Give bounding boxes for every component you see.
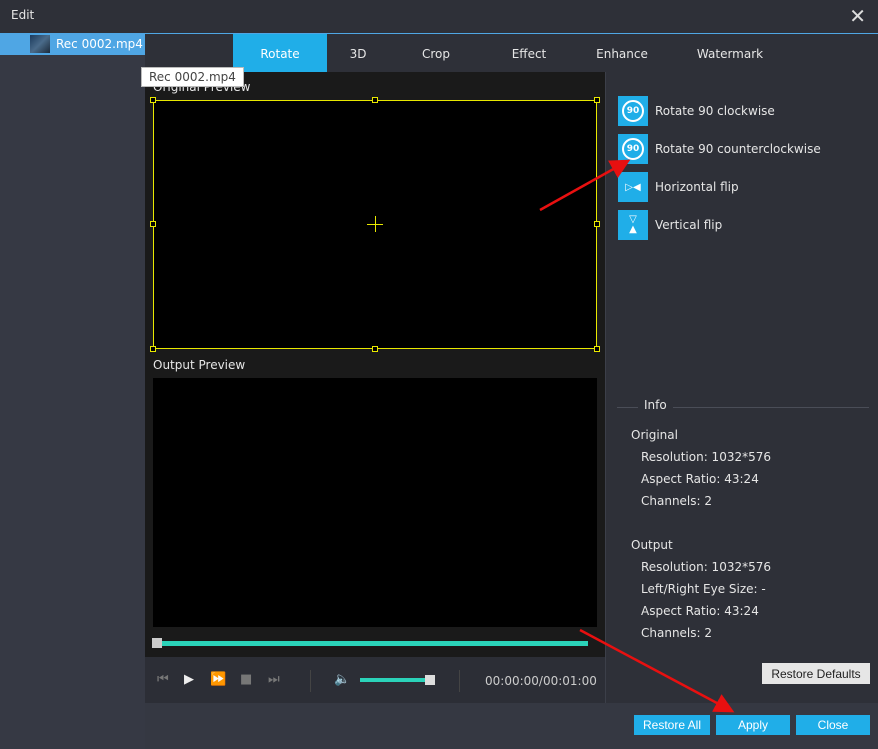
horizontal-flip-icon: ▷◀ [618, 172, 648, 202]
tab-bar: Rotate 3D Crop Effect Enhance Watermark [145, 33, 878, 73]
seek-handle[interactable] [152, 638, 162, 648]
crop-handle[interactable] [594, 97, 600, 103]
rotate-counterclockwise-icon: 90 [618, 134, 648, 164]
previous-icon[interactable]: ⏮ [157, 672, 169, 687]
crop-handle[interactable] [150, 97, 156, 103]
output-info-heading: Output [631, 538, 673, 552]
info-value: Aspect Ratio: 43:24 [641, 604, 759, 618]
close-icon[interactable]: ✕ [849, 4, 866, 28]
output-preview-label: Output Preview [153, 358, 246, 372]
tab-watermark[interactable]: Watermark [685, 34, 775, 73]
tab-crop[interactable]: Crop [401, 34, 471, 73]
vertical-flip-option[interactable]: ▽ ▲ Vertical flip [618, 210, 722, 240]
tab-rotate[interactable]: Rotate [233, 34, 327, 73]
info-value: Channels: 2 [641, 626, 713, 640]
video-thumbnail [30, 35, 50, 53]
restore-all-button[interactable]: Restore All [634, 715, 710, 735]
output-preview [153, 378, 597, 627]
crop-handle[interactable] [594, 221, 600, 227]
crop-handle[interactable] [372, 346, 378, 352]
time-display: 00:00:00/00:01:00 [485, 674, 597, 688]
window-title: Edit [11, 8, 35, 22]
crop-handle[interactable] [150, 346, 156, 352]
tab-effect[interactable]: Effect [493, 34, 565, 73]
file-tooltip: Rec 0002.mp4 [141, 67, 244, 87]
divider [459, 670, 460, 692]
info-value: Aspect Ratio: 43:24 [641, 472, 759, 486]
rotate-clockwise-option[interactable]: 90 Rotate 90 clockwise [618, 96, 775, 126]
file-sidebar [0, 33, 145, 749]
title-bar [0, 0, 878, 33]
fast-forward-icon[interactable]: ⏩ [210, 672, 226, 687]
crop-handle[interactable] [150, 221, 156, 227]
volume-handle[interactable] [425, 675, 435, 685]
apply-button[interactable]: Apply [716, 715, 790, 735]
info-value: Resolution: 1032*576 [641, 560, 772, 574]
horizontal-flip-option[interactable]: ▷◀ Horizontal flip [618, 172, 739, 202]
info-heading: Info [638, 398, 673, 412]
volume-slider[interactable] [360, 678, 430, 682]
seek-bar[interactable] [153, 641, 588, 646]
play-icon[interactable]: ▶ [184, 672, 194, 687]
rotate-clockwise-icon: 90 [618, 96, 648, 126]
tab-enhance[interactable]: Enhance [585, 34, 659, 73]
rotate-counterclockwise-option[interactable]: 90 Rotate 90 counterclockwise [618, 134, 821, 164]
restore-defaults-button[interactable]: Restore Defaults [762, 663, 870, 684]
info-value: Resolution: 1032*576 [641, 450, 772, 464]
vertical-flip-icon: ▽ ▲ [618, 210, 648, 240]
crop-handle[interactable] [594, 346, 600, 352]
crop-handle[interactable] [372, 97, 378, 103]
crosshair-icon [375, 216, 376, 232]
close-button[interactable]: Close [796, 715, 870, 735]
original-info-heading: Original [631, 428, 678, 442]
file-name: Rec 0002.mp4 [56, 37, 143, 51]
volume-icon[interactable]: 🔈 [334, 672, 350, 687]
original-preview [150, 97, 600, 352]
stop-icon[interactable]: ■ [240, 672, 252, 687]
info-value: Left/Right Eye Size: - [641, 582, 766, 596]
divider [310, 670, 311, 692]
next-icon[interactable]: ⏭ [268, 672, 280, 687]
tab-3d[interactable]: 3D [327, 34, 389, 73]
info-value: Channels: 2 [641, 494, 713, 508]
file-list-item[interactable]: Rec 0002.mp4 [0, 33, 145, 55]
